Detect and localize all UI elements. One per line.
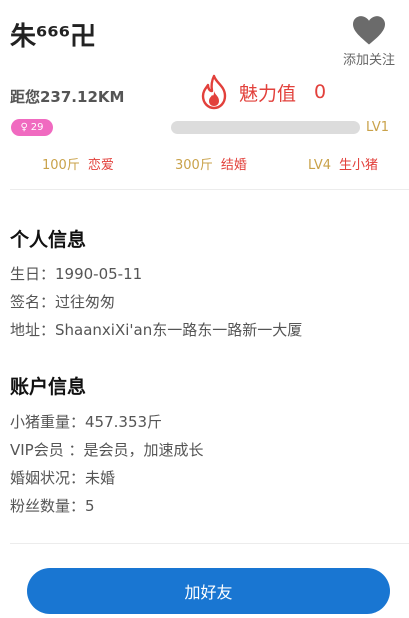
milestone-desc: 生小猪	[338, 158, 378, 173]
address-line: 地址：ShaanxiXi'an东一路东一路新一大厦	[10, 321, 303, 339]
milestone-desc: 结婚	[220, 158, 247, 173]
milestone-item: LV4 生小猪	[308, 154, 378, 173]
marital-status-line: 婚姻状况：未婚	[10, 469, 116, 487]
female-icon: ♀	[20, 122, 28, 133]
charm-indicator: 魅力值 0	[197, 74, 326, 110]
heart-icon	[353, 16, 385, 45]
follow-button[interactable]: 添加关注	[339, 14, 399, 68]
vip-line: VIP会员 ：是会员，加速成长	[10, 441, 204, 459]
account-info-title: 账户信息	[10, 376, 87, 398]
milestone-item: 300斤 结婚	[175, 154, 247, 173]
milestone-item: 100斤 恋爱	[42, 154, 114, 173]
divider	[10, 189, 409, 190]
gender-age-badge: ♀ 29	[11, 119, 53, 136]
level-progress-bar	[171, 121, 360, 134]
birthday-line: 生日：1990-05-11	[10, 265, 143, 283]
signature-line: 签名：过往匆匆	[10, 293, 116, 311]
milestone-value: 300斤	[175, 158, 213, 173]
follow-label: 添加关注	[342, 53, 395, 68]
milestone-value: LV4	[308, 158, 331, 173]
divider	[10, 543, 409, 544]
personal-info-title: 个人信息	[10, 229, 87, 251]
age-value: 29	[30, 122, 44, 133]
milestone-desc: 恋爱	[87, 158, 114, 173]
charm-value: 0	[314, 81, 327, 103]
user-name: 朱⁶⁶⁶卍	[10, 22, 97, 52]
charm-label: 魅力值	[239, 82, 297, 105]
fire-icon	[201, 74, 227, 110]
pig-weight-line: 小猪重量：457.353斤	[10, 413, 163, 431]
add-friend-button[interactable]: 加好友	[27, 568, 390, 614]
level-label: LV1	[366, 120, 389, 135]
distance-text: 距您237.12KM	[10, 88, 125, 106]
milestone-value: 100斤	[42, 158, 80, 173]
fans-count-line: 粉丝数量：5	[10, 497, 95, 515]
